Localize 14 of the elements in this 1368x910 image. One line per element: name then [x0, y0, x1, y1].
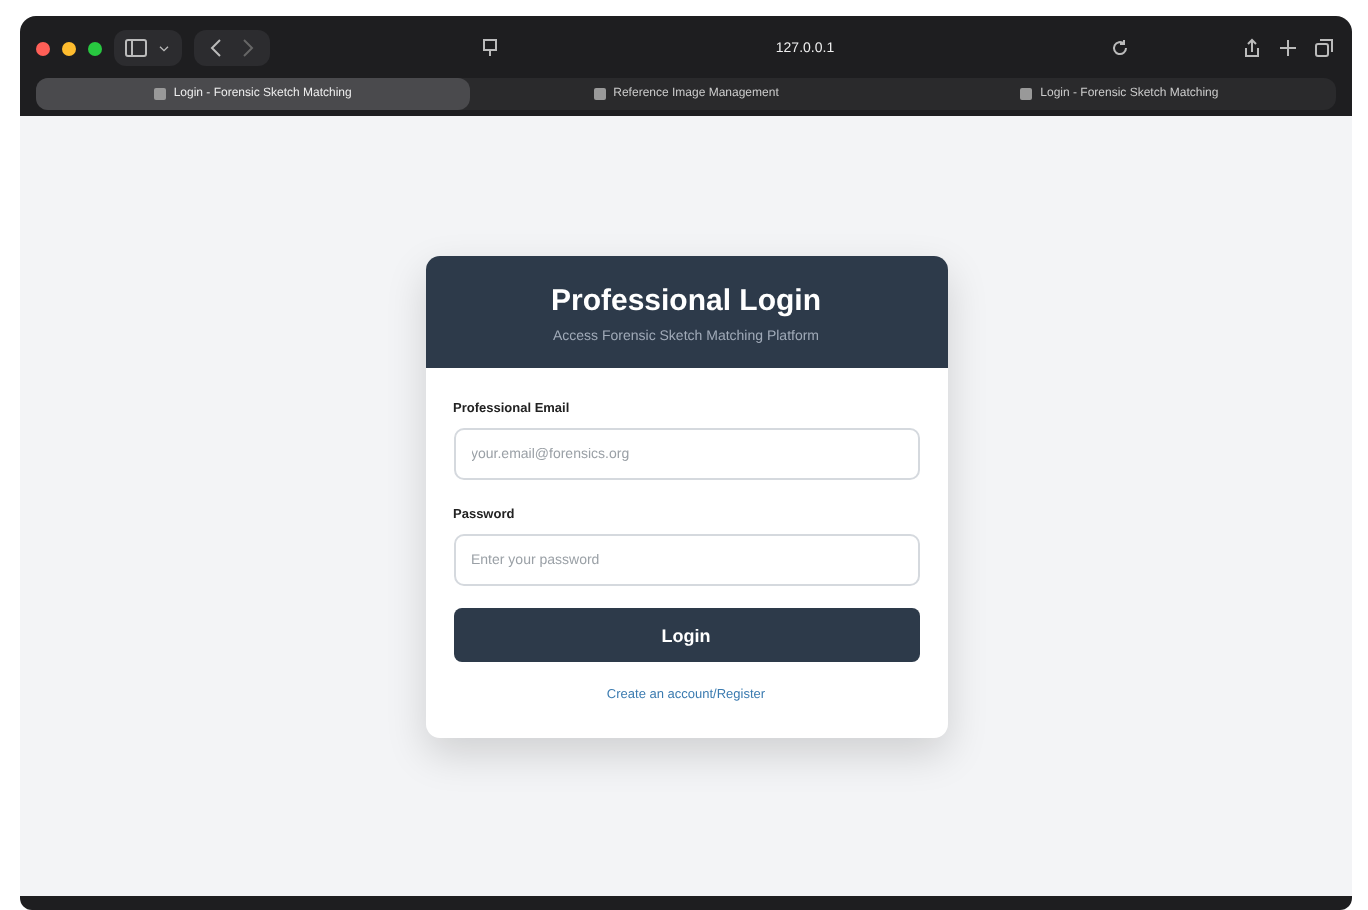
sidebar-icon[interactable] — [124, 38, 148, 58]
maximize-icon[interactable] — [88, 41, 102, 55]
favicon-icon — [153, 88, 166, 100]
plus-icon[interactable] — [1276, 38, 1300, 58]
login-button[interactable]: Login — [453, 608, 919, 662]
close-icon[interactable] — [36, 41, 50, 55]
minimize-icon[interactable] — [62, 41, 76, 55]
favicon-icon — [1020, 88, 1033, 100]
sidebar-toggle-button[interactable] — [114, 30, 182, 66]
share-icon[interactable] — [1240, 38, 1264, 58]
reload-icon[interactable] — [1107, 38, 1132, 58]
tabs-overview-icon[interactable] — [1312, 38, 1336, 58]
favicon-icon — [593, 88, 606, 100]
login-title: Professional Login — [550, 284, 821, 318]
